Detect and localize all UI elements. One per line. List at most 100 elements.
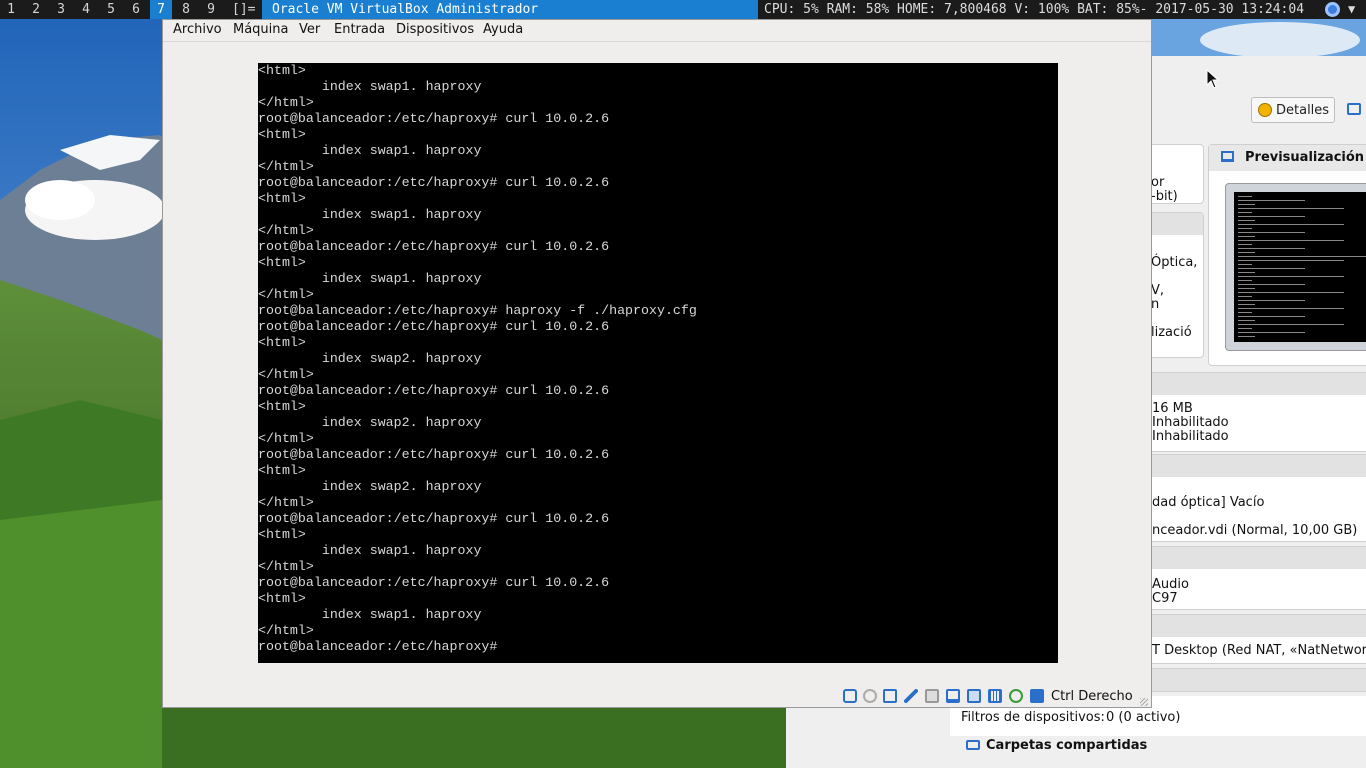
video-capture-value: Inhabilitado xyxy=(1152,429,1229,444)
menu-maquina[interactable]: Máquina xyxy=(233,22,289,37)
preview-text-line xyxy=(1238,264,1253,265)
system-line-4: lizació xyxy=(1151,325,1192,340)
shared-folders-title: Carpetas compartidas xyxy=(986,738,1148,753)
system-line-3: n xyxy=(1151,297,1160,312)
snapshots-icon[interactable] xyxy=(1347,103,1361,115)
workspace-4[interactable]: 4 xyxy=(75,0,97,19)
chromium-icon[interactable] xyxy=(1325,2,1340,17)
audio-driver-value: Audio xyxy=(1152,577,1189,592)
layout-indicator[interactable]: []= xyxy=(232,0,255,19)
preview-text-line xyxy=(1238,236,1255,237)
folder-icon xyxy=(966,740,980,750)
menu-bar: Archivo Máquina Ver Entrada Dispositivos… xyxy=(163,20,1151,42)
preview-text-line xyxy=(1238,300,1306,301)
menu-ver[interactable]: Ver xyxy=(299,22,320,37)
network-adapter-value: T Desktop (Red NAT, «NatNetwork») xyxy=(1152,643,1366,658)
monitor-icon xyxy=(1221,151,1234,162)
vm-status-bar: Ctrl Derecho xyxy=(163,685,1151,707)
preview-text-line xyxy=(1238,220,1255,221)
usb-icon[interactable] xyxy=(904,689,918,703)
preview-text-line xyxy=(1238,196,1253,197)
preview-text-line xyxy=(1238,280,1253,281)
preview-text-line xyxy=(1238,200,1306,201)
menu-entrada[interactable]: Entrada xyxy=(334,22,385,37)
shared-folder-icon[interactable] xyxy=(925,689,939,703)
workspace-3[interactable]: 3 xyxy=(50,0,72,19)
optical-drive-icon[interactable] xyxy=(863,689,877,703)
usb-filters-label: Filtros de dispositivos: xyxy=(961,710,1105,725)
system-status-text: CPU: 5% RAM: 58% HOME: 7,800468 V: 100% … xyxy=(764,2,1305,17)
system-line-2: V, xyxy=(1151,283,1165,298)
preview-panel: Previsualización xyxy=(1208,144,1366,366)
preview-text-line xyxy=(1238,316,1306,317)
preview-text-line xyxy=(1238,296,1253,297)
preview-text-line xyxy=(1238,288,1255,289)
preview-text-line xyxy=(1238,232,1306,233)
preview-console xyxy=(1234,192,1366,342)
gear-icon xyxy=(1258,103,1272,117)
preview-text-line xyxy=(1238,312,1253,313)
workspace-6[interactable]: 6 xyxy=(125,0,147,19)
details-button-label: Detalles xyxy=(1276,103,1330,118)
preview-text-line xyxy=(1238,204,1255,205)
workspace-1[interactable]: 1 xyxy=(0,0,22,19)
preview-text-line xyxy=(1238,320,1255,321)
preview-text-line xyxy=(1238,292,1344,293)
workspace-7[interactable]: 7 xyxy=(150,0,172,19)
preview-text-line xyxy=(1238,272,1255,273)
preview-text-line xyxy=(1238,228,1253,229)
preview-text-line xyxy=(1238,268,1306,269)
menu-dispositivos[interactable]: Dispositivos xyxy=(396,22,474,37)
network-icon[interactable] xyxy=(883,689,897,703)
preview-title: Previsualización xyxy=(1245,150,1365,165)
vm-window: Archivo Máquina Ver Entrada Dispositivos… xyxy=(162,19,1152,708)
preview-text-line xyxy=(1238,304,1255,305)
mouse-pointer-icon xyxy=(1206,69,1220,89)
menu-ayuda[interactable]: Ayuda xyxy=(483,22,523,37)
guest-console-screen[interactable]: <html> index swap1. haproxy </html> root… xyxy=(258,63,1058,663)
preview-text-line xyxy=(1238,212,1253,213)
video-capture-icon[interactable] xyxy=(967,689,981,703)
preview-text-line xyxy=(1238,256,1366,257)
preview-text-line xyxy=(1238,248,1306,249)
storage-optical-value: dad óptica] Vacío xyxy=(1152,495,1265,510)
storage-disk-value: nceador.vdi (Normal, 10,00 GB) xyxy=(1152,523,1358,538)
details-button[interactable]: Detalles xyxy=(1251,97,1335,123)
preview-text-line xyxy=(1238,208,1344,209)
preview-thumbnail xyxy=(1225,183,1366,351)
preview-text-line xyxy=(1238,328,1253,329)
menu-archivo[interactable]: Archivo xyxy=(173,22,222,37)
focused-window-title: Oracle VM VirtualBox Administrador xyxy=(262,0,758,19)
preview-text-line xyxy=(1238,332,1306,333)
preview-text-line xyxy=(1238,324,1344,325)
audio-controller-value: C97 xyxy=(1152,591,1178,606)
preview-text-line xyxy=(1238,252,1255,253)
system-line-1: Óptica, xyxy=(1151,255,1198,270)
mouse-integration-icon[interactable] xyxy=(1009,689,1023,703)
workspace-2[interactable]: 2 xyxy=(25,0,47,19)
general-line-1: or xyxy=(1151,175,1165,190)
preview-text-line xyxy=(1238,240,1344,241)
status-bar: 1 2 3 4 5 6 7 8 9 []= Oracle VM VirtualB… xyxy=(0,0,1366,19)
preview-text-line xyxy=(1238,260,1344,261)
workspace-9[interactable]: 9 xyxy=(200,0,222,19)
preview-text-line xyxy=(1238,308,1344,309)
preview-panel-header: Previsualización xyxy=(1209,145,1366,171)
hard-disk-icon[interactable] xyxy=(843,689,857,703)
cpu-icon[interactable] xyxy=(988,689,1002,703)
dropdown-arrow-icon[interactable]: ▼ xyxy=(1348,0,1355,19)
console-output: <html> index swap1. haproxy </html> root… xyxy=(258,63,697,654)
shared-folders-header[interactable]: Carpetas compartidas xyxy=(950,736,1366,756)
preview-text-line xyxy=(1238,224,1344,225)
preview-text-line xyxy=(1238,216,1306,217)
host-key-label[interactable]: Ctrl Derecho xyxy=(1051,689,1133,704)
usb-filters-value: 0 (0 activo) xyxy=(1106,710,1181,725)
video-memory-value: 16 MB xyxy=(1152,401,1193,416)
preview-text-line xyxy=(1238,244,1253,245)
resize-grip[interactable] xyxy=(1140,698,1148,706)
workspace-8[interactable]: 8 xyxy=(175,0,197,19)
remote-desktop-value: Inhabilitado xyxy=(1152,415,1229,430)
workspace-5[interactable]: 5 xyxy=(100,0,122,19)
keyboard-icon[interactable] xyxy=(1030,689,1044,703)
display-icon[interactable] xyxy=(946,689,960,703)
